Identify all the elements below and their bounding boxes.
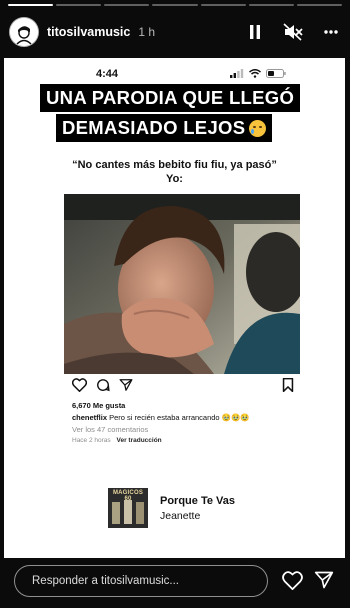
meme-quote: “No cantes más bebito fiu fiu, ya pasó” … [4, 158, 345, 186]
story-viewer: titosilvamusic 1 h 4:44 UNA PARODIA QUE … [0, 0, 350, 608]
crying-face-icon [249, 120, 267, 137]
story-time: 1 h [138, 25, 156, 39]
progress-segment [200, 4, 246, 6]
mute-icon[interactable] [282, 21, 304, 43]
phone-time: 4:44 [96, 68, 119, 80]
more-options-icon[interactable] [320, 21, 342, 43]
story-content-card[interactable]: 4:44 UNA PARODIA QUE LLEGÓ DEMASIADO LEJ… [4, 58, 345, 558]
progress-segment [152, 4, 198, 6]
caption-username[interactable]: chenetflix [72, 413, 107, 422]
progress-segment [248, 4, 294, 6]
phone-status-bar: 4:44 [4, 68, 345, 82]
post-actions [71, 377, 294, 398]
music-sticker[interactable]: MAGICOS 60 Porque Te Vas Jeanette [108, 486, 235, 530]
wifi-icon [249, 69, 261, 78]
progress-segment [8, 4, 54, 6]
progress-fill [8, 4, 54, 6]
progress-segment [56, 4, 102, 6]
avatar[interactable] [10, 18, 38, 46]
quote-line-2: Yo: [166, 173, 183, 185]
story-username[interactable]: titosilvamusic [47, 25, 130, 39]
story-progress [8, 4, 342, 6]
share-icon[interactable] [119, 378, 133, 397]
translate-link[interactable]: Ver traducción [116, 437, 161, 444]
post-time: Hace 2 horas [72, 437, 111, 444]
battery-icon [266, 69, 286, 78]
song-artist: Jeanette [160, 509, 201, 522]
caption-text: Pero si recién estaba arrancando 🥹🥹🥹 [109, 413, 250, 422]
progress-segment [104, 4, 150, 6]
headline-line-1: UNA PARODIA QUE LLEGÓ [40, 84, 301, 112]
reply-placeholder: Responder a titosilvamusic... [32, 575, 180, 587]
post-photo [64, 194, 300, 374]
like-count[interactable]: 6,670 Me gusta [72, 401, 125, 410]
comment-icon[interactable] [96, 378, 110, 397]
reply-input[interactable]: Responder a titosilvamusic... [14, 565, 268, 597]
quote-line-1: “No cantes más bebito fiu fiu, ya pasó” [72, 159, 277, 171]
like-heart-icon[interactable] [71, 378, 88, 397]
album-cover: MAGICOS 60 [108, 488, 148, 528]
progress-segment [296, 4, 342, 6]
post-meta: Hace 2 horas Ver traducción [72, 437, 162, 444]
post-caption: chenetflix Pero si recién estaba arranca… [72, 413, 250, 422]
phone-status-icons [230, 69, 286, 78]
view-comments-link[interactable]: Ver los 47 comentarios [72, 425, 148, 434]
story-header: titosilvamusic 1 h [10, 12, 342, 52]
heart-icon[interactable] [280, 568, 304, 592]
headline-line-2: DEMASIADO LEJOS [56, 114, 273, 142]
send-icon[interactable] [312, 568, 336, 592]
signal-icon [230, 69, 244, 78]
song-title: Porque Te Vas [160, 494, 235, 507]
save-bookmark-icon[interactable] [282, 377, 294, 396]
pause-icon[interactable] [244, 21, 266, 43]
